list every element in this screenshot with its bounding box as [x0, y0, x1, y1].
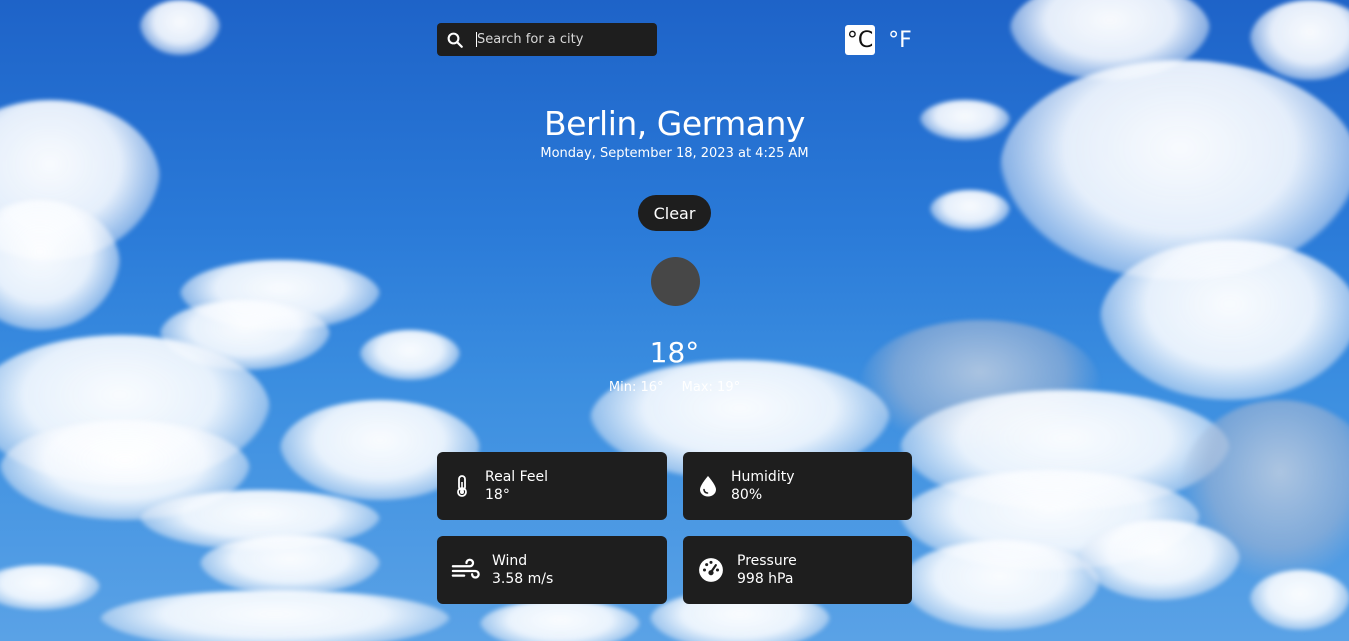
current-temperature: 18°: [649, 336, 700, 369]
condition-badge: Clear: [638, 195, 711, 231]
wind-value: 3.58 m/s: [492, 571, 554, 587]
wind-label: Wind: [492, 553, 528, 569]
gauge-icon: [696, 558, 726, 582]
search-bar[interactable]: [437, 23, 657, 56]
search-input[interactable]: [476, 32, 647, 47]
search-icon[interactable]: [446, 31, 464, 49]
pressure-label: Pressure: [737, 553, 797, 569]
location-datetime: Monday, September 18, 2023 at 4:25 AM: [540, 146, 809, 161]
celsius-toggle-button[interactable]: °C: [845, 25, 875, 55]
min-max-temperature: Min: 16° Max: 19°: [0, 380, 1349, 395]
pressure-card: Pressure 998 hPa: [683, 536, 912, 604]
real-feel-card: Real Feel 18°: [437, 452, 667, 520]
weather-condition-icon: [651, 257, 700, 306]
humidity-value: 80%: [731, 487, 763, 503]
humidity-label: Humidity: [731, 469, 795, 485]
real-feel-label: Real Feel: [485, 469, 549, 485]
max-temperature: Max: 19°: [681, 380, 741, 395]
water-drop-icon: [696, 474, 720, 498]
wind-icon: [450, 558, 482, 582]
min-temperature: Min: 16°: [608, 380, 664, 395]
location-title: Berlin, Germany: [544, 104, 805, 143]
real-feel-value: 18°: [485, 487, 510, 503]
pressure-value: 998 hPa: [737, 571, 794, 587]
sky-background: [0, 0, 1349, 641]
humidity-card: Humidity 80%: [683, 452, 912, 520]
thermometer-icon: [450, 474, 474, 498]
wind-card: Wind 3.58 m/s: [437, 536, 667, 604]
fahrenheit-toggle-button[interactable]: °F: [885, 25, 915, 55]
